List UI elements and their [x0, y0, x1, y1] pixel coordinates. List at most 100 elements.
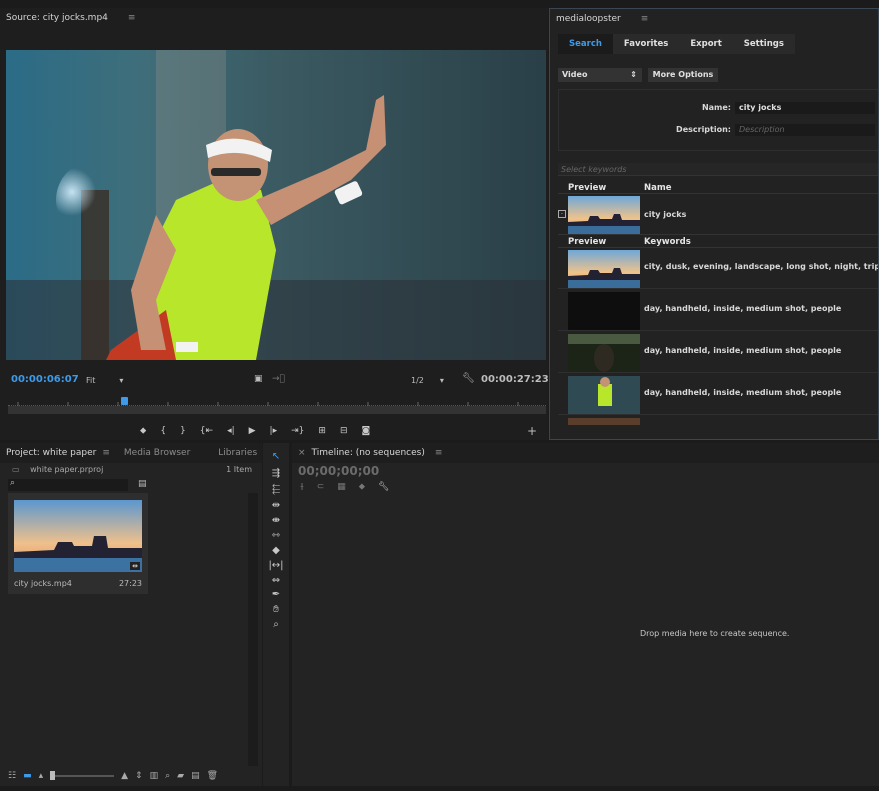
step-forward-icon[interactable]: |▸: [270, 426, 278, 440]
tab-libraries[interactable]: Libraries: [218, 448, 257, 458]
panel-menu-icon[interactable]: ≡: [435, 448, 443, 458]
tab-media-browser[interactable]: Media Browser: [124, 448, 190, 458]
add-button-icon[interactable]: +: [527, 424, 537, 438]
zoom-slider[interactable]: [50, 771, 115, 780]
step-back-icon[interactable]: ◂|: [227, 426, 235, 440]
duration-timecode: 00:00:27:23: [481, 374, 548, 385]
ripple-edit-tool-icon[interactable]: ⇹: [268, 500, 284, 511]
rolling-edit-tool-icon[interactable]: ⇼: [268, 515, 284, 526]
ml-tab-search[interactable]: Search: [558, 34, 613, 54]
automate-icon[interactable]: ▥: [150, 771, 159, 781]
overwrite-icon[interactable]: ⊟: [340, 426, 348, 440]
slide-tool-icon[interactable]: ⇔: [268, 575, 284, 586]
ml-tab-export[interactable]: Export: [679, 34, 732, 54]
description-label: Description:: [676, 125, 731, 134]
description-input[interactable]: Description: [735, 124, 875, 136]
timeline-timecode[interactable]: 00;00;00;00: [298, 464, 379, 478]
tab-source[interactable]: Source: city jocks.mp4: [6, 13, 108, 23]
new-bin-icon[interactable]: ▰: [177, 771, 184, 781]
project-file-row: ▭ white paper.prproj 1 Item: [12, 465, 252, 474]
timeline-toolbar: ⫳ ⊂ ▦ ⬥ 🔧︎: [300, 482, 390, 492]
tab-timeline[interactable]: Timeline: (no sequences): [312, 448, 425, 458]
project-search-input[interactable]: ⌕: [8, 478, 128, 491]
clip-tile[interactable]: ⇹ city jocks.mp4 27:23: [8, 493, 148, 594]
resolution-select[interactable]: 1/2 ▾: [411, 376, 444, 385]
preview-header: Preview: [568, 183, 607, 193]
keywords-select[interactable]: Select keywords: [558, 163, 878, 176]
rate-stretch-tool-icon[interactable]: ⇿: [268, 530, 284, 541]
tab-project[interactable]: Project: white paper ≡: [6, 448, 110, 458]
keyword-row[interactable]: [558, 416, 878, 425]
ml-tab-settings[interactable]: Settings: [733, 34, 795, 54]
row-thumbnail: [568, 418, 640, 425]
hand-tool-icon[interactable]: ✋︎: [268, 604, 284, 615]
close-tab-icon[interactable]: ×: [298, 448, 306, 458]
thumb-dusk-city: [14, 500, 142, 572]
project-scrollbar[interactable]: [248, 493, 258, 766]
keyword-row[interactable]: day, handheld, inside, medium shot, peop…: [558, 374, 878, 415]
track-select-backward-icon[interactable]: ⬱: [268, 484, 284, 495]
pen-tool-icon[interactable]: ✒︎: [268, 589, 284, 600]
wrench-icon[interactable]: 🔧︎: [462, 373, 475, 384]
mark-in-icon[interactable]: {: [160, 426, 166, 440]
ml-tab-favorites[interactable]: Favorites: [613, 34, 679, 54]
linked-selection-icon[interactable]: ▦: [337, 482, 346, 492]
insert-edit-icon[interactable]: →⃒: [272, 374, 285, 384]
playhead-marker[interactable]: [121, 397, 128, 405]
go-to-in-icon[interactable]: {⇤: [200, 426, 213, 440]
keywords-placeholder: Select keywords: [561, 165, 627, 174]
keyword-row[interactable]: day, handheld, inside, medium shot, peop…: [558, 290, 878, 331]
add-marker-icon[interactable]: ⬥: [140, 426, 146, 440]
go-to-out-icon[interactable]: ⇥}: [291, 426, 304, 440]
panel-menu-icon[interactable]: ≡: [128, 13, 136, 23]
project-tabbar: Project: white paper ≡ Media Browser Libr…: [0, 443, 262, 463]
more-options-button[interactable]: More Options: [648, 68, 718, 82]
icon-view-icon[interactable]: ▬: [23, 771, 32, 781]
item-count: 1 Item: [226, 465, 252, 474]
trash-icon[interactable]: 🗑︎: [207, 771, 218, 781]
tools-panel: ↖ ⇶ ⬱ ⇹ ⇼ ⇿ ◆ |↔| ⇔ ✒︎ ✋︎ ⌕: [263, 443, 289, 786]
zoom-slider-handle[interactable]: [50, 771, 56, 780]
dropdown-arrow-icon: ▾: [119, 376, 124, 385]
panel-menu-icon[interactable]: ≡: [102, 448, 110, 458]
snap-icon[interactable]: ⊂: [317, 482, 325, 492]
sort-icon[interactable]: ⇕: [135, 771, 143, 781]
panel-menu-icon[interactable]: ≡: [641, 14, 649, 24]
type-select[interactable]: Video ⇕: [558, 68, 642, 82]
large-mountain-icon[interactable]: ▲: [121, 771, 128, 781]
razor-tool-icon[interactable]: ◆: [268, 545, 284, 556]
selection-tool-icon[interactable]: ↖: [268, 451, 284, 462]
name-input[interactable]: city jocks: [735, 102, 875, 114]
play-icon[interactable]: ▶: [249, 426, 256, 440]
new-bin-from-search-icon[interactable]: ▤: [138, 479, 147, 489]
slip-tool-icon[interactable]: |↔|: [268, 560, 284, 571]
insert-icon[interactable]: ⊞: [318, 426, 326, 440]
wrench-icon[interactable]: 🔧︎: [378, 482, 389, 492]
list-view-icon[interactable]: ☷: [8, 771, 16, 781]
current-timecode[interactable]: 00:00:06:07: [11, 374, 79, 385]
source-tabbar: Source: city jocks.mp4 ≡: [0, 8, 548, 28]
name-label: Name:: [701, 103, 731, 112]
drop-hint: Drop media here to create sequence.: [640, 629, 790, 638]
new-item-icon[interactable]: ▤: [191, 771, 200, 781]
keyword-row[interactable]: day, handheld, inside, medium shot, peop…: [558, 332, 878, 373]
thumb-dusk-city: [568, 250, 640, 288]
time-ruler[interactable]: [8, 396, 546, 406]
export-frame-icon[interactable]: ▣: [254, 374, 263, 384]
name-result-row[interactable]: - city jocks: [558, 193, 878, 235]
zoom-tool-icon[interactable]: ⌕: [268, 619, 284, 630]
zoom-scrollbar[interactable]: [8, 406, 546, 414]
search-icon: ⌕: [10, 478, 16, 488]
tab-medialoopster[interactable]: medialoopster: [556, 14, 621, 24]
track-select-tool-icon[interactable]: ⇶: [268, 468, 284, 479]
keyword-row[interactable]: city, dusk, evening, landscape, long sho…: [558, 248, 878, 289]
add-marker-icon[interactable]: ⬥: [359, 482, 365, 492]
small-mountain-icon[interactable]: ▴: [39, 771, 44, 781]
nest-icon[interactable]: ⫳: [300, 482, 304, 492]
find-icon[interactable]: ⌕: [165, 771, 170, 781]
camera-icon[interactable]: ◙: [361, 426, 370, 440]
video-frame-image: [6, 50, 546, 360]
mark-out-icon[interactable]: }: [180, 426, 186, 440]
zoom-fit-select[interactable]: Fit ▾: [86, 376, 123, 385]
expand-row-icon[interactable]: -: [558, 210, 566, 218]
